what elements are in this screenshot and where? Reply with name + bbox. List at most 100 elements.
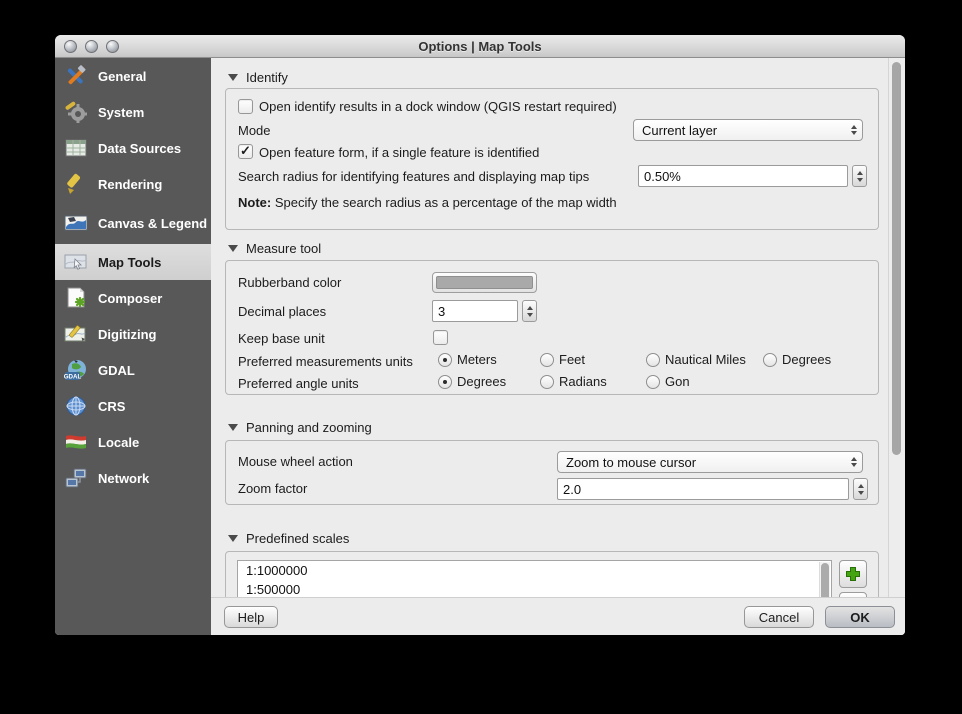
title-bar[interactable]: Options | Map Tools (55, 35, 905, 58)
dialog-footer: Help Cancel OK (211, 597, 905, 635)
mouse-wheel-popup-value: Zoom to mouse cursor (566, 455, 696, 470)
options-content: Identify Open identify results in a dock… (211, 58, 905, 635)
gdal-icon: GDAL (63, 358, 89, 382)
sidebar-item-label: General (98, 69, 146, 84)
decimal-places-stepper[interactable] (522, 300, 537, 322)
sidebar-item-data-sources[interactable]: Data Sources (55, 130, 211, 166)
units-label: Preferred measurements units (238, 354, 413, 369)
sidebar-item-network[interactable]: Network (55, 460, 211, 496)
search-radius-stepper[interactable] (852, 165, 867, 187)
sidebar-item-locale[interactable]: Locale (55, 424, 211, 460)
sidebar-item-system[interactable]: System (55, 94, 211, 130)
radio-icon (540, 353, 554, 367)
identify-note: Note: Specify the search radius as a per… (238, 195, 617, 210)
panning-groupbox: Mouse wheel action Zoom to mouse cursor … (225, 440, 879, 505)
options-dialog: Options | Map Tools General (55, 35, 905, 635)
digitizing-icon (63, 322, 89, 346)
sidebar-item-crs[interactable]: CRS (55, 388, 211, 424)
angle-radio-degrees[interactable]: Degrees (438, 374, 506, 389)
sidebar-item-label: Data Sources (98, 141, 181, 156)
help-button[interactable]: Help (224, 606, 278, 628)
radio-label: Meters (457, 352, 497, 367)
popup-stepper-icon (851, 452, 857, 472)
content-scrollbar-thumb[interactable] (892, 62, 901, 455)
checkmark-icon: ✓ (240, 143, 251, 158)
minimize-window-icon[interactable] (85, 40, 98, 53)
plus-icon (845, 566, 861, 582)
sidebar-item-composer[interactable]: Composer (55, 280, 211, 316)
radio-label: Degrees (457, 374, 506, 389)
section-measure-header[interactable]: Measure tool (228, 241, 321, 256)
feature-form-checkbox[interactable]: ✓ (238, 144, 253, 159)
section-identify-header[interactable]: Identify (228, 70, 288, 85)
radio-icon (646, 375, 660, 389)
sidebar-item-label: Canvas & Legend (98, 216, 207, 231)
content-scrollbar[interactable] (888, 58, 905, 597)
sidebar-item-map-tools[interactable]: Map Tools (55, 244, 211, 280)
rubberband-label: Rubberband color (238, 275, 341, 290)
sidebar-item-rendering[interactable]: Rendering (55, 166, 211, 202)
list-item[interactable]: 1:1000000 (238, 561, 831, 580)
add-scale-button[interactable] (839, 560, 867, 588)
units-radio-feet[interactable]: Feet (540, 352, 585, 367)
units-radio-nautical-miles[interactable]: Nautical Miles (646, 352, 746, 367)
sidebar-item-label: Rendering (98, 177, 162, 192)
zoom-factor-input[interactable] (557, 478, 849, 500)
radio-icon (438, 375, 452, 389)
sidebar-item-label: GDAL (98, 363, 135, 378)
mouse-wheel-label: Mouse wheel action (238, 454, 353, 469)
map-tools-icon (63, 250, 89, 274)
close-window-icon[interactable] (64, 40, 77, 53)
options-sidebar: General System (55, 58, 211, 635)
collapse-triangle-icon (228, 245, 238, 252)
sidebar-item-gdal[interactable]: GDAL GDAL (55, 352, 211, 388)
dock-window-label: Open identify results in a dock window (… (259, 99, 617, 114)
radio-label: Nautical Miles (665, 352, 746, 367)
radio-icon (540, 375, 554, 389)
cancel-button[interactable]: Cancel (744, 606, 814, 628)
section-title: Identify (246, 70, 288, 85)
radio-icon (646, 353, 660, 367)
search-radius-label: Search radius for identifying features a… (238, 169, 589, 184)
angle-radio-gon[interactable]: Gon (646, 374, 690, 389)
decimal-places-label: Decimal places (238, 304, 326, 319)
dock-window-checkbox[interactable] (238, 99, 253, 114)
keep-base-unit-checkbox[interactable] (433, 330, 448, 345)
collapse-triangle-icon (228, 74, 238, 81)
screen: Options | Map Tools General (0, 0, 962, 714)
network-icon (63, 466, 89, 490)
radio-label: Gon (665, 374, 690, 389)
ok-button[interactable]: OK (825, 606, 895, 628)
zoom-window-icon[interactable] (106, 40, 119, 53)
collapse-triangle-icon (228, 535, 238, 542)
sidebar-item-label: Locale (98, 435, 139, 450)
rubberband-color-swatch (436, 276, 533, 289)
identify-groupbox: Open identify results in a dock window (… (225, 88, 879, 230)
sidebar-item-canvas-legend[interactable]: Canvas & Legend (55, 202, 211, 244)
section-title: Measure tool (246, 241, 321, 256)
rubberband-color-button[interactable] (432, 272, 537, 293)
locale-icon (63, 430, 89, 454)
units-radio-degrees[interactable]: Degrees (763, 352, 831, 367)
section-scales-header[interactable]: Predefined scales (228, 531, 349, 546)
sidebar-item-label: Composer (98, 291, 162, 306)
mouse-wheel-popup[interactable]: Zoom to mouse cursor (557, 451, 863, 473)
mode-label: Mode (238, 123, 271, 138)
angle-radio-radians[interactable]: Radians (540, 374, 607, 389)
zoom-factor-stepper[interactable] (853, 478, 868, 500)
search-radius-input[interactable] (638, 165, 848, 187)
sidebar-item-label: System (98, 105, 144, 120)
keep-base-unit-label: Keep base unit (238, 331, 325, 346)
sidebar-item-digitizing[interactable]: Digitizing (55, 316, 211, 352)
radio-label: Degrees (782, 352, 831, 367)
units-radio-meters[interactable]: Meters (438, 352, 497, 367)
angle-units-label: Preferred angle units (238, 376, 359, 391)
mode-popup[interactable]: Current layer (633, 119, 863, 141)
decimal-places-input[interactable] (432, 300, 518, 322)
crs-icon (63, 394, 89, 418)
section-panning-header[interactable]: Panning and zooming (228, 420, 372, 435)
mode-popup-value: Current layer (642, 123, 717, 138)
radio-label: Radians (559, 374, 607, 389)
sidebar-item-general[interactable]: General (55, 58, 211, 94)
section-title: Panning and zooming (246, 420, 372, 435)
